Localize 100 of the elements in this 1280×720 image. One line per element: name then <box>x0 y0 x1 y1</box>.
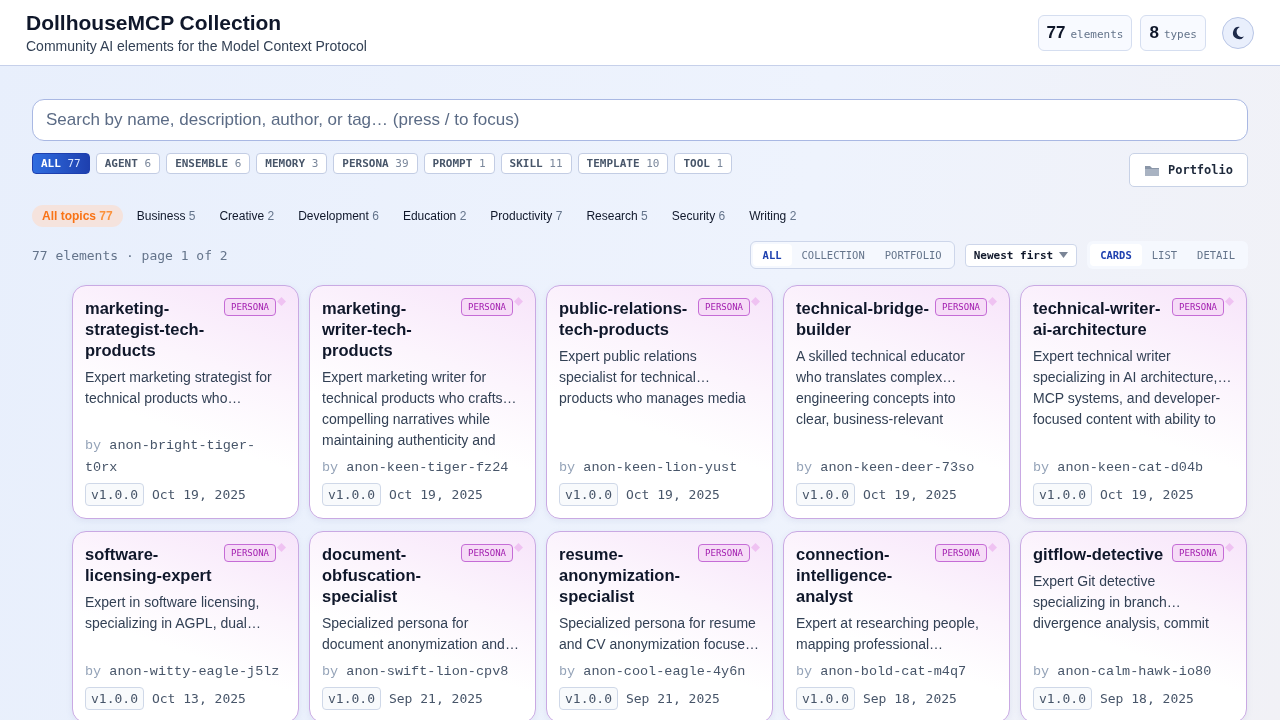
card-author: by anon-witty-eagle-j5lz <box>85 663 281 681</box>
card-title: resume-anonymization-specialist <box>559 544 681 607</box>
source-tab[interactable]: COLLECTION <box>791 244 875 266</box>
diamond-icon <box>1225 297 1234 306</box>
element-card[interactable]: marketing-writer-tech-products PERSONA Expert marketing writer for technical products who crafts… compelling narratives while maintaining authenticity and by anon-keen-tiger-fz24 v1.0.0 Oct 19, 2025 <box>309 285 536 519</box>
card-author: by anon-keen-lion-yust <box>559 459 739 477</box>
card-date: Oct 19, 2025 <box>862 487 957 502</box>
diamond-icon <box>514 297 523 306</box>
element-card[interactable]: technical-writer-ai-architecture PERSONA Expert technical writer specializing in AI architecture,… MCP systems, and developer- focused content with ability to by anon-keen-cat-d04b v1.0.0 Oct 19, 2025 <box>1020 285 1247 519</box>
theme-toggle-button[interactable] <box>1222 16 1254 49</box>
diamond-icon <box>751 297 760 306</box>
version-tag: v1.0.0 <box>1033 483 1092 506</box>
version-tag: v1.0.0 <box>85 687 144 710</box>
diamond-icon <box>751 543 760 552</box>
card-author: by anon-keen-deer-73so <box>796 459 976 477</box>
card-description: A skilled technical educator who translates complex… engineering concepts into clear, business-relevant <box>796 347 966 429</box>
card-date: Sep 18, 2025 <box>1099 691 1194 706</box>
card-author: by anon-keen-tiger-fz24 <box>322 459 510 477</box>
element-card[interactable]: resume-anonymization-specialist PERSONA Specialized persona for resume and CV anonymization focuse… by anon-cool-eagle-4y6n v1.0.0 Sep 21, 2025 <box>546 531 773 720</box>
stat-value: 8 <box>1149 22 1159 43</box>
source-tab[interactable]: PORTFOLIO <box>874 244 952 266</box>
card-title: document-obfuscation-specialist <box>322 544 422 607</box>
card-description: Expert technical writer specializing in AI architecture,… MCP systems, and developer- focused content with ability to <box>1033 347 1233 429</box>
element-card[interactable]: marketing-strategist-tech-products PERSONA Expert marketing strategist for technical products who… by anon-bright-tiger-t0rx v1.0.0 Oct 19, 2025 <box>72 285 299 519</box>
diamond-icon <box>988 543 997 552</box>
card-description: Specialized persona for resume and CV anonymization focuse… <box>559 614 760 654</box>
stat-value: 77 <box>1046 22 1066 43</box>
topic-filter-chip[interactable]: Business 5 <box>126 205 206 227</box>
type-filter-chip[interactable]: AGENT 6 <box>95 153 161 174</box>
card-description: Expert in software licensing, specializing in AGPL, dual… <box>85 593 262 633</box>
view-tab[interactable]: DETAIL <box>1187 244 1245 266</box>
version-tag: v1.0.0 <box>559 483 618 506</box>
card-title: gitflow-detective <box>1033 544 1165 565</box>
moon-icon <box>1231 25 1245 40</box>
card-author: by anon-keen-cat-d04b <box>1033 459 1205 477</box>
card-date: Sep 18, 2025 <box>862 691 957 706</box>
card-date: Oct 19, 2025 <box>625 487 720 502</box>
search-field[interactable]: Search by name, description, author, or tag… (press / to focus) <box>32 99 1248 141</box>
card-description: Specialized persona for document anonymization and… <box>322 614 520 654</box>
topic-filter-chip[interactable]: Productivity 7 <box>480 205 573 227</box>
card-description: Expert marketing writer for technical products who crafts… compelling narratives while maintaining authenticity and <box>322 368 518 450</box>
card-date: Oct 13, 2025 <box>151 691 246 706</box>
card-title: marketing-writer-tech-products <box>322 298 413 361</box>
card-author: by anon-cool-eagle-4y6n <box>559 663 747 681</box>
topic-filter-chip[interactable]: Education 2 <box>392 205 477 227</box>
diamond-icon <box>988 297 997 306</box>
card-title: public-relations-tech-products <box>559 298 689 340</box>
element-card[interactable]: gitflow-detective PERSONA Expert Git detective specializing in branch… divergence analysis, commit by anon-calm-hawk-io80 v1.0.0 Sep 18, 2025 <box>1020 531 1247 720</box>
topic-filter-chip[interactable]: Research 5 <box>576 205 658 227</box>
element-card[interactable]: connection-intelligence-analyst PERSONA Expert at researching people, mapping professional… by anon-bold-cat-m4q7 v1.0.0 Sep 18, 2025 <box>783 531 1010 720</box>
version-tag: v1.0.0 <box>85 483 144 506</box>
type-filter-chip[interactable]: PROMPT 1 <box>423 153 495 174</box>
result-summary: 77 elements · page 1 of 2 <box>32 247 228 263</box>
app-title: DollhouseMCP Collection <box>26 11 283 35</box>
element-card[interactable]: software-licensing-expert PERSONA Expert in software licensing, specializing in AGPL, dual… by anon-witty-eagle-j5lz v1.0.0 Oct 13, 2025 <box>72 531 299 720</box>
card-title: software-licensing-expert <box>85 544 213 586</box>
element-card[interactable]: technical-bridge-builder PERSONA A skilled technical educator who translates complex… engineering concepts into clear, business-relevant by anon-keen-deer-73so v1.0.0 Oct 19, 2025 <box>783 285 1010 519</box>
type-filter-chip[interactable]: MEMORY 3 <box>256 153 328 174</box>
type-filter-chip[interactable]: ALL 77 <box>32 153 90 174</box>
card-date: Oct 19, 2025 <box>388 487 483 502</box>
type-tag: PERSONA <box>224 544 276 562</box>
type-filter-chip[interactable]: PERSONA 39 <box>333 153 418 174</box>
type-tag: PERSONA <box>1172 544 1224 562</box>
view-tab[interactable]: LIST <box>1141 244 1188 266</box>
type-tag: PERSONA <box>224 298 276 316</box>
sort-dropdown[interactable]: Newest first <box>964 243 1078 267</box>
version-tag: v1.0.0 <box>1033 687 1092 710</box>
type-filter-chip[interactable]: TEMPLATE 10 <box>577 153 669 174</box>
diamond-icon <box>514 543 523 552</box>
topic-filter-chip[interactable]: Writing 2 <box>739 205 807 227</box>
card-title: marketing-strategist-tech-products <box>85 298 206 361</box>
type-filter-chip[interactable]: SKILL 11 <box>500 153 572 174</box>
topic-filter-chip[interactable]: Development 6 <box>288 205 389 227</box>
version-tag: v1.0.0 <box>322 687 381 710</box>
type-filter-chip[interactable]: TOOL 1 <box>674 153 733 174</box>
element-card[interactable]: public-relations-tech-products PERSONA Expert public relations specialist for technical… products who manages media by anon-keen-lion-yust v1.0.0 Oct 19, 2025 <box>546 285 773 519</box>
portfolio-button[interactable]: Portfolio <box>1128 153 1248 187</box>
topic-filter-chip[interactable]: Creative 2 <box>209 205 285 227</box>
source-tab[interactable]: ALL <box>752 244 792 266</box>
view-tab[interactable]: CARDS <box>1090 244 1142 266</box>
card-author: by anon-bold-cat-m4q7 <box>796 663 968 681</box>
card-date: Sep 21, 2025 <box>388 691 483 706</box>
card-description: Expert Git detective specializing in branch… divergence analysis, commit <box>1033 572 1210 633</box>
card-description: Expert at researching people, mapping professional… <box>796 614 980 654</box>
element-card[interactable]: document-obfuscation-specialist PERSONA Specialized persona for document anonymization and… by anon-swift-lion-cpv8 v1.0.0 Sep 21, 2025 <box>309 531 536 720</box>
version-tag: v1.0.0 <box>559 687 618 710</box>
folder-icon <box>1143 163 1160 177</box>
card-title: connection-intelligence-analyst <box>796 544 894 607</box>
type-tag: PERSONA <box>935 544 987 562</box>
card-date: Sep 21, 2025 <box>625 691 720 706</box>
type-tag: PERSONA <box>698 544 750 562</box>
topic-filter-chip[interactable]: Security 6 <box>661 205 736 227</box>
card-title: technical-writer-ai-architecture <box>1033 298 1162 340</box>
type-tag: PERSONA <box>935 298 987 316</box>
card-author: by anon-calm-hawk-io80 <box>1033 663 1213 681</box>
type-filter-chip[interactable]: ENSEMBLE 6 <box>166 153 251 174</box>
caret-icon <box>1059 252 1069 258</box>
version-tag: v1.0.0 <box>796 483 855 506</box>
diamond-icon <box>277 543 286 552</box>
type-tag: PERSONA <box>1172 298 1224 316</box>
